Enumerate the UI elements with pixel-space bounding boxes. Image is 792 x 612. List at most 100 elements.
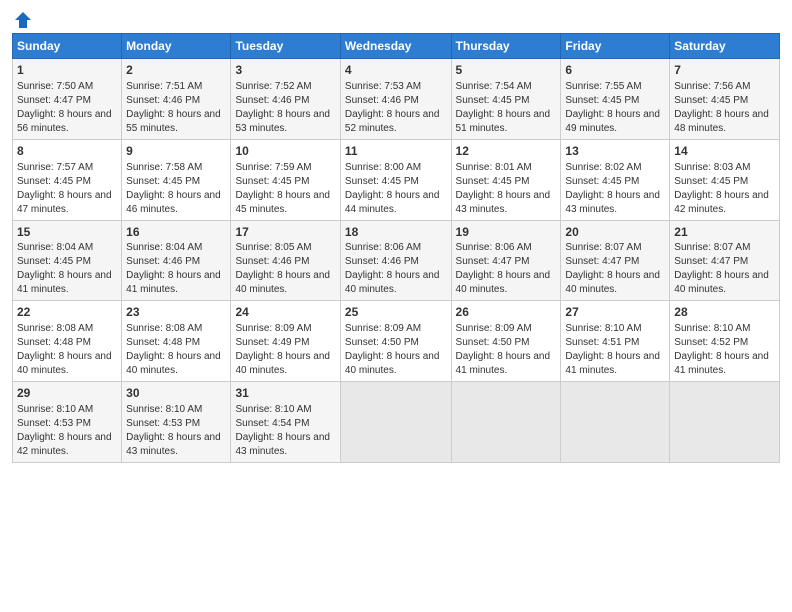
sunrise-text: Sunrise: 7:51 AM [126, 81, 202, 92]
sunset-text: Sunset: 4:54 PM [235, 418, 309, 429]
calendar-week-row: 15Sunrise: 8:04 AMSunset: 4:45 PMDayligh… [13, 220, 780, 301]
sunset-text: Sunset: 4:45 PM [456, 95, 530, 106]
sunrise-text: Sunrise: 7:56 AM [674, 81, 750, 92]
calendar-day-cell: 17Sunrise: 8:05 AMSunset: 4:46 PMDayligh… [231, 220, 340, 301]
daylight-text: Daylight: 8 hours and 46 minutes. [126, 190, 221, 215]
daylight-text: Daylight: 8 hours and 40 minutes. [126, 351, 221, 376]
day-number: 18 [345, 224, 447, 241]
daylight-text: Daylight: 8 hours and 43 minutes. [235, 432, 330, 457]
day-number: 16 [126, 224, 226, 241]
calendar-day-cell: 3Sunrise: 7:52 AMSunset: 4:46 PMDaylight… [231, 59, 340, 140]
logo-icon [13, 10, 33, 30]
day-number: 14 [674, 143, 775, 160]
sunset-text: Sunset: 4:50 PM [456, 337, 530, 348]
weekday-header: Sunday [13, 34, 122, 59]
daylight-text: Daylight: 8 hours and 47 minutes. [17, 190, 112, 215]
sunset-text: Sunset: 4:45 PM [345, 176, 419, 187]
sunrise-text: Sunrise: 8:07 AM [565, 242, 641, 253]
daylight-text: Daylight: 8 hours and 42 minutes. [674, 190, 769, 215]
daylight-text: Daylight: 8 hours and 55 minutes. [126, 109, 221, 134]
day-number: 27 [565, 304, 665, 321]
sunset-text: Sunset: 4:45 PM [565, 176, 639, 187]
sunset-text: Sunset: 4:52 PM [674, 337, 748, 348]
weekday-header: Wednesday [340, 34, 451, 59]
calendar-day-cell: 26Sunrise: 8:09 AMSunset: 4:50 PMDayligh… [451, 301, 561, 382]
sunrise-text: Sunrise: 8:00 AM [345, 162, 421, 173]
day-number: 11 [345, 143, 447, 160]
calendar-day-cell [670, 382, 780, 463]
calendar-day-cell: 4Sunrise: 7:53 AMSunset: 4:46 PMDaylight… [340, 59, 451, 140]
sunset-text: Sunset: 4:47 PM [565, 256, 639, 267]
sunrise-text: Sunrise: 7:58 AM [126, 162, 202, 173]
calendar-day-cell: 14Sunrise: 8:03 AMSunset: 4:45 PMDayligh… [670, 139, 780, 220]
daylight-text: Daylight: 8 hours and 41 minutes. [456, 351, 551, 376]
calendar-day-cell: 8 Sunrise: 7:57 AM Sunset: 4:45 PM Daylight… [13, 139, 122, 220]
sunset-text: Sunset: 4:45 PM [126, 176, 200, 187]
sunrise-text: Sunrise: 7:50 AM [17, 81, 93, 92]
sunset-text: Sunset: 4:53 PM [17, 418, 91, 429]
daylight-text: Daylight: 8 hours and 41 minutes. [565, 351, 660, 376]
calendar-week-row: 22Sunrise: 8:08 AMSunset: 4:48 PMDayligh… [13, 301, 780, 382]
sunrise-text: Sunrise: 7:55 AM [565, 81, 641, 92]
calendar-week-row: 29 Sunrise: 8:10 AM Sunset: 4:53 PM Dayligh… [13, 382, 780, 463]
day-number: 19 [456, 224, 557, 241]
day-number: 29 [17, 385, 117, 402]
daylight-text: Daylight: 8 hours and 45 minutes. [235, 190, 330, 215]
daylight-text: Daylight: 8 hours and 43 minutes. [126, 432, 221, 457]
calendar-day-cell: 24Sunrise: 8:09 AMSunset: 4:49 PMDayligh… [231, 301, 340, 382]
day-number: 15 [17, 224, 117, 241]
calendar-day-cell: 23Sunrise: 8:08 AMSunset: 4:48 PMDayligh… [122, 301, 231, 382]
calendar-day-cell: 11Sunrise: 8:00 AMSunset: 4:45 PMDayligh… [340, 139, 451, 220]
sunrise-text: Sunrise: 8:01 AM [456, 162, 532, 173]
sunset-text: Sunset: 4:45 PM [17, 256, 91, 267]
calendar-day-cell: 22Sunrise: 8:08 AMSunset: 4:48 PMDayligh… [13, 301, 122, 382]
calendar-day-cell: 31Sunrise: 8:10 AMSunset: 4:54 PMDayligh… [231, 382, 340, 463]
daylight-text: Daylight: 8 hours and 51 minutes. [456, 109, 551, 134]
day-number: 13 [565, 143, 665, 160]
sunrise-text: Sunrise: 8:08 AM [17, 323, 93, 334]
day-number: 23 [126, 304, 226, 321]
calendar-day-cell: 9 Sunrise: 7:58 AM Sunset: 4:45 PM Daylight… [122, 139, 231, 220]
calendar-day-cell: 15Sunrise: 8:04 AMSunset: 4:45 PMDayligh… [13, 220, 122, 301]
weekday-header: Monday [122, 34, 231, 59]
sunrise-text: Sunrise: 7:57 AM [17, 162, 93, 173]
day-number: 12 [456, 143, 557, 160]
sunset-text: Sunset: 4:47 PM [456, 256, 530, 267]
sunset-text: Sunset: 4:46 PM [345, 256, 419, 267]
calendar-day-cell: 5 Sunrise: 7:54 AM Sunset: 4:45 PM Daylight… [451, 59, 561, 140]
sunset-text: Sunset: 4:46 PM [126, 95, 200, 106]
calendar-day-cell: 30Sunrise: 8:10 AMSunset: 4:53 PMDayligh… [122, 382, 231, 463]
sunrise-text: Sunrise: 8:10 AM [674, 323, 750, 334]
sunset-text: Sunset: 4:49 PM [235, 337, 309, 348]
header [12, 10, 780, 27]
day-number: 9 [126, 143, 226, 160]
calendar-header-row: SundayMondayTuesdayWednesdayThursdayFrid… [13, 34, 780, 59]
sunrise-text: Sunrise: 8:10 AM [235, 404, 311, 415]
calendar-day-cell [451, 382, 561, 463]
sunset-text: Sunset: 4:53 PM [126, 418, 200, 429]
calendar-day-cell: 12Sunrise: 8:01 AMSunset: 4:45 PMDayligh… [451, 139, 561, 220]
daylight-text: Daylight: 8 hours and 43 minutes. [565, 190, 660, 215]
daylight-text: Daylight: 8 hours and 40 minutes. [345, 351, 440, 376]
day-number: 26 [456, 304, 557, 321]
sunrise-text: Sunrise: 8:10 AM [565, 323, 641, 334]
sunrise-text: Sunrise: 7:53 AM [345, 81, 421, 92]
calendar-day-cell [340, 382, 451, 463]
daylight-text: Daylight: 8 hours and 41 minutes. [126, 270, 221, 295]
day-number: 8 [17, 143, 117, 160]
calendar-day-cell: 1Sunrise: 7:50 AMSunset: 4:47 PMDaylight… [13, 59, 122, 140]
day-number: 4 [345, 62, 447, 79]
calendar-day-cell: 7Sunrise: 7:56 AMSunset: 4:45 PMDaylight… [670, 59, 780, 140]
sunset-text: Sunset: 4:45 PM [565, 95, 639, 106]
day-number: 5 [456, 62, 557, 79]
sunrise-text: Sunrise: 8:10 AM [126, 404, 202, 415]
sunrise-text: Sunrise: 7:54 AM [456, 81, 532, 92]
daylight-text: Daylight: 8 hours and 42 minutes. [17, 432, 112, 457]
calendar-day-cell: 29Sunrise: 8:10 AMSunset: 4:53 PMDayligh… [13, 382, 122, 463]
sunrise-text: Sunrise: 8:08 AM [126, 323, 202, 334]
daylight-text: Daylight: 8 hours and 40 minutes. [235, 351, 330, 376]
calendar-day-cell: 28Sunrise: 8:10 AMSunset: 4:52 PMDayligh… [670, 301, 780, 382]
calendar-day-cell: 16Sunrise: 8:04 AMSunset: 4:46 PMDayligh… [122, 220, 231, 301]
calendar-week-row: 1Sunrise: 7:50 AMSunset: 4:47 PMDaylight… [13, 59, 780, 140]
sunset-text: Sunset: 4:45 PM [17, 176, 91, 187]
